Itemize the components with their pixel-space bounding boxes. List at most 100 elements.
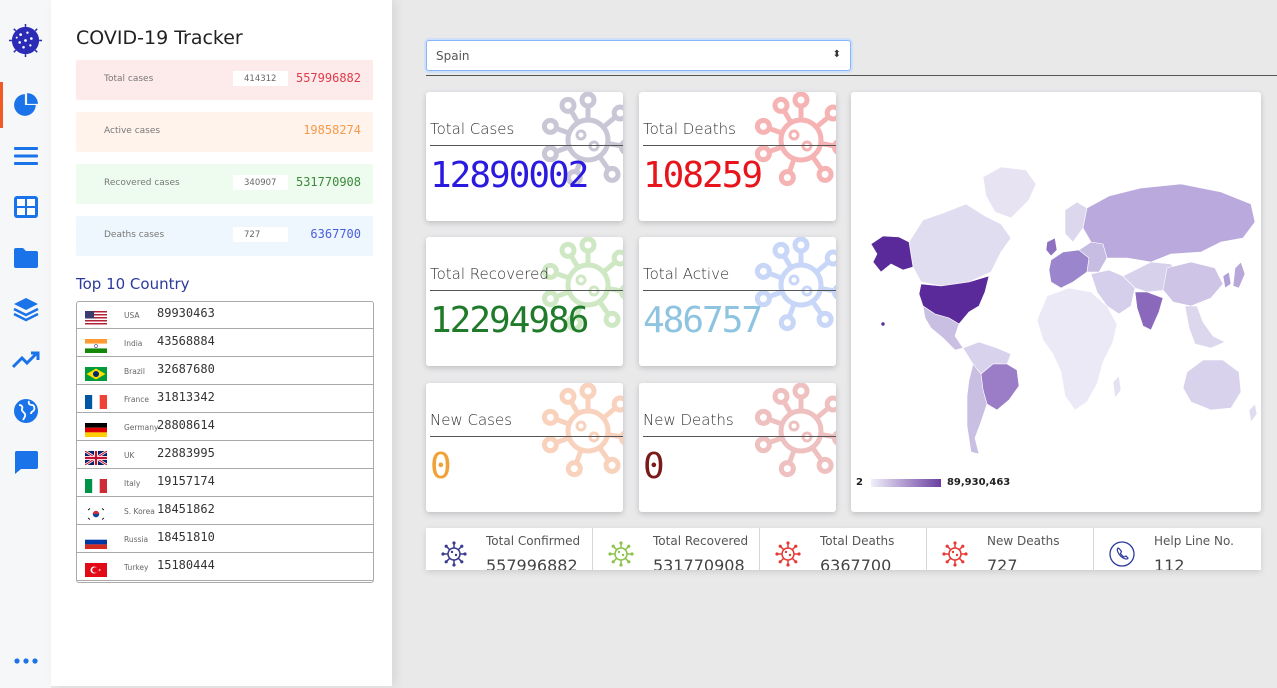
summary-value: 112 — [1154, 556, 1185, 570]
summary-value: 6367700 — [820, 556, 892, 570]
country-select-value: Spain — [436, 49, 470, 63]
card-title: New Cases — [430, 411, 513, 429]
app-title: COVID-19 Tracker — [76, 27, 243, 49]
stat-deaths-cases: Deaths cases 727 6367700 — [76, 216, 373, 256]
top10-title: Top 10 Country — [76, 275, 190, 293]
card-value: 12294986 — [430, 300, 589, 341]
stat-total-cases: Total cases 414312 557996882 — [76, 60, 373, 100]
virus-logo-icon[interactable] — [8, 23, 43, 58]
flag-icon — [85, 339, 107, 353]
card-value: 486757 — [643, 300, 763, 341]
summary-help-line-no: Help Line No. 112 — [1094, 528, 1261, 570]
stat-label: Recovered cases — [104, 178, 180, 188]
globe-icon[interactable] — [11, 396, 40, 425]
legend-max: 89,930,463 — [946, 477, 1011, 488]
country-row[interactable]: Brazil 32687680 — [77, 358, 373, 385]
flag-icon — [85, 535, 107, 549]
select-arrows-icon: ⬍ — [832, 49, 841, 60]
country-name: France — [124, 395, 149, 404]
country-total: 32687680 — [157, 362, 215, 376]
card-divider — [430, 145, 623, 146]
card-value: 0 — [430, 446, 452, 487]
stat-recovered-cases: Recovered cases 340907 531770908 — [76, 164, 373, 204]
stat-value: 557996882 — [295, 71, 361, 85]
flag-icon — [85, 451, 107, 465]
stat-card-total-cases: Total Cases 12890002 — [426, 92, 623, 221]
country-name: UK — [124, 451, 135, 460]
stat-card-new-cases: New Cases 0 — [426, 383, 623, 512]
world-choropleth-map[interactable] — [851, 92, 1261, 472]
country-total: 43568884 — [157, 334, 215, 348]
country-select[interactable]: Spain ⬍ — [426, 40, 851, 71]
country-total: 18451810 — [157, 530, 215, 544]
divider — [426, 75, 1277, 76]
card-title: Total Recovered — [430, 265, 549, 283]
virus-icon — [608, 541, 634, 567]
active-nav-indicator — [0, 82, 3, 128]
world-map-card: 2 89,930,463 — [851, 92, 1261, 512]
stat-active-cases: Active cases 19858274 — [76, 112, 373, 152]
summary-new-deaths: New Deaths 727 — [927, 528, 1094, 570]
country-total: 18451862 — [157, 502, 215, 516]
country-row[interactable]: UK 22883995 — [77, 442, 373, 469]
stat-new-count: 414312 — [233, 71, 288, 86]
stat-label: Total cases — [104, 74, 154, 84]
map-legend: 2 89,930,463 — [856, 477, 1010, 488]
country-row[interactable]: France 31813342 — [77, 386, 373, 413]
country-row[interactable]: India 43568884 — [77, 330, 373, 357]
card-value: 12890002 — [430, 155, 589, 196]
folder-icon[interactable] — [11, 243, 40, 272]
layers-icon[interactable] — [11, 294, 40, 323]
country-total: 89930463 — [157, 306, 215, 320]
country-name: Turkey — [124, 563, 149, 572]
card-title: New Deaths — [643, 411, 734, 429]
chat-icon[interactable] — [11, 447, 40, 476]
phone-icon — [1109, 541, 1135, 567]
summary-label: New Deaths — [987, 534, 1060, 548]
country-name: Russia — [124, 535, 149, 544]
flag-icon — [85, 479, 107, 493]
card-title: Total Active — [643, 265, 730, 283]
flag-icon — [85, 395, 107, 409]
summary-total-deaths: Total Deaths 6367700 — [760, 528, 927, 570]
country-row[interactable]: USA 89930463 — [77, 302, 373, 329]
country-row[interactable]: Turkey 15180444 — [77, 554, 373, 581]
flag-icon — [85, 311, 107, 325]
card-divider — [643, 290, 836, 291]
menu-icon[interactable] — [11, 141, 40, 170]
virus-icon — [441, 541, 467, 567]
country-name: Italy — [124, 479, 141, 488]
flag-icon — [85, 367, 107, 381]
summary-label: Total Recovered — [653, 534, 749, 548]
flag-icon — [85, 507, 107, 521]
legend-gradient — [870, 478, 941, 487]
stat-card-total-deaths: Total Deaths 108259 — [639, 92, 836, 221]
summary-label: Total Confirmed — [486, 534, 581, 548]
country-row[interactable]: Italy 19157174 — [77, 470, 373, 497]
grid-icon[interactable] — [11, 192, 40, 221]
top10-list: USA 89930463 India 43568884 Brazil 32687680 Fr… — [76, 301, 374, 583]
country-name: India — [124, 339, 143, 348]
virus-icon — [775, 541, 801, 567]
summary-value: 727 — [987, 556, 1018, 570]
stat-label: Deaths cases — [104, 230, 165, 240]
more-icon[interactable] — [11, 646, 40, 675]
icon-rail — [0, 0, 51, 688]
stat-card-total-recovered: Total Recovered 12294986 — [426, 237, 623, 366]
flag-icon — [85, 423, 107, 437]
card-title: Total Cases — [430, 120, 515, 138]
card-title: Total Deaths — [643, 120, 736, 138]
chart-pie-icon[interactable] — [11, 90, 40, 119]
stat-label: Active cases — [104, 126, 161, 136]
country-name: S. Korea — [124, 507, 155, 516]
country-name: Germany — [124, 423, 159, 432]
trend-icon[interactable] — [11, 345, 40, 374]
stat-value: 6367700 — [310, 227, 361, 241]
card-divider — [430, 436, 623, 437]
country-row[interactable]: Germany 28808614 — [77, 414, 373, 441]
summary-value: 557996882 — [486, 556, 578, 570]
country-row[interactable]: S. Korea 18451862 — [77, 498, 373, 525]
card-value: 108259 — [643, 155, 763, 196]
country-total: 22883995 — [157, 446, 215, 460]
country-row[interactable]: Russia 18451810 — [77, 526, 373, 553]
